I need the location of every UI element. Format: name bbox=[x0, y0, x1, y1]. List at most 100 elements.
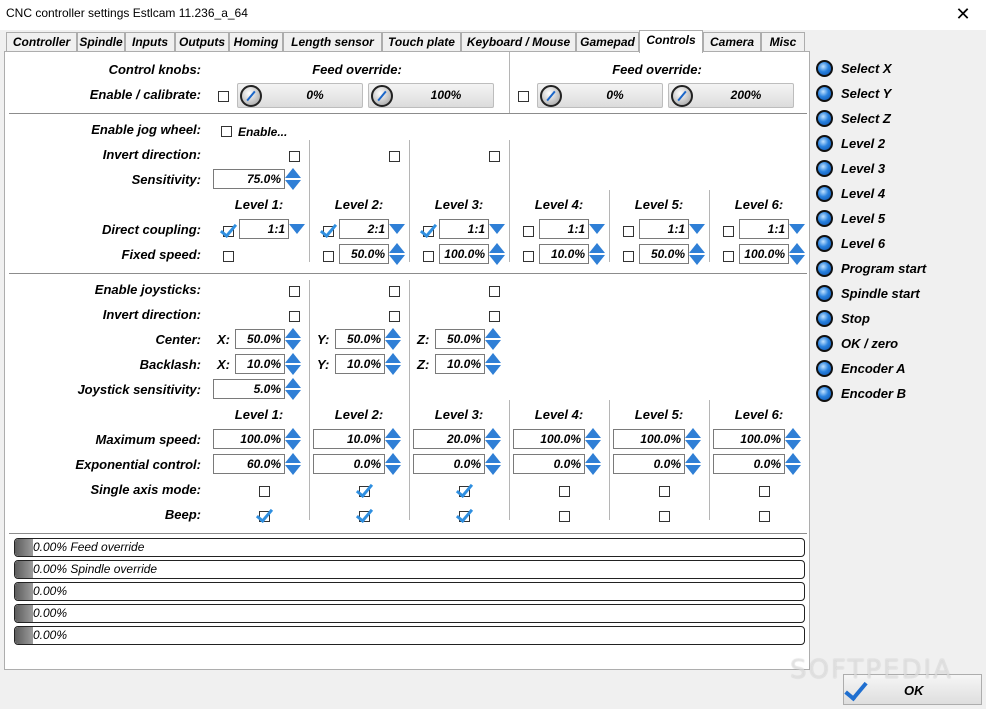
maximum-speed-stepper-5[interactable] bbox=[685, 428, 701, 450]
fixed-speed-checkbox-2[interactable] bbox=[323, 251, 334, 262]
joystick-invert-checkbox-2[interactable] bbox=[389, 311, 400, 322]
fixed-speed-checkbox-6[interactable] bbox=[723, 251, 734, 262]
joystick-enable-checkbox-1[interactable] bbox=[289, 286, 300, 297]
joystick-center-stepper[interactable] bbox=[385, 328, 401, 350]
exponential-control-stepper-2[interactable] bbox=[385, 453, 401, 475]
exponential-control-field-1[interactable]: 60.0% bbox=[213, 454, 285, 474]
maximum-speed-stepper-3[interactable] bbox=[485, 428, 501, 450]
fixed-speed-checkbox-5[interactable] bbox=[623, 251, 634, 262]
chevron-down-icon[interactable] bbox=[389, 224, 405, 234]
direct-coupling-ratio-2[interactable]: 2:1 bbox=[339, 219, 389, 239]
fixed-speed-stepper-4[interactable] bbox=[589, 243, 605, 265]
fixed-speed-field-3[interactable]: 100.0% bbox=[439, 244, 489, 264]
direct-coupling-checkbox-5[interactable] bbox=[623, 226, 634, 237]
joystick-backlash-stepper[interactable] bbox=[285, 353, 301, 375]
jog-wheel-enable-text[interactable]: Enable... bbox=[238, 124, 287, 140]
joystick-enable-checkbox-2[interactable] bbox=[389, 286, 400, 297]
exponential-control-field-6[interactable]: 0.0% bbox=[713, 454, 785, 474]
tab-spindle[interactable]: Spindle bbox=[77, 32, 125, 52]
exponential-control-stepper-4[interactable] bbox=[585, 453, 601, 475]
maximum-speed-field-4[interactable]: 100.0% bbox=[513, 429, 585, 449]
direct-coupling-ratio-5[interactable]: 1:1 bbox=[639, 219, 689, 239]
single-axis-checkbox-2[interactable] bbox=[359, 486, 370, 497]
chevron-down-icon[interactable] bbox=[289, 224, 305, 234]
tab-camera[interactable]: Camera bbox=[703, 32, 761, 52]
beep-checkbox-2[interactable] bbox=[359, 511, 370, 522]
tab-keyboard-mouse[interactable]: Keyboard / Mouse bbox=[461, 32, 576, 52]
tab-misc[interactable]: Misc bbox=[761, 32, 805, 52]
maximum-speed-field-2[interactable]: 10.0% bbox=[313, 429, 385, 449]
tab-gamepad[interactable]: Gamepad bbox=[576, 32, 639, 52]
jog-invert-checkbox-3[interactable] bbox=[489, 151, 500, 162]
direct-coupling-checkbox-6[interactable] bbox=[723, 226, 734, 237]
fixed-speed-stepper-5[interactable] bbox=[689, 243, 705, 265]
tab-inputs[interactable]: Inputs bbox=[125, 32, 175, 52]
maximum-speed-stepper-2[interactable] bbox=[385, 428, 401, 450]
beep-checkbox-1[interactable] bbox=[259, 511, 270, 522]
joystick-backlash-field-z[interactable]: 10.0% bbox=[435, 354, 485, 374]
jog-invert-checkbox-2[interactable] bbox=[389, 151, 400, 162]
exponential-control-field-2[interactable]: 0.0% bbox=[313, 454, 385, 474]
maximum-speed-stepper-1[interactable] bbox=[285, 428, 301, 450]
joystick-invert-checkbox-3[interactable] bbox=[489, 311, 500, 322]
knob-left-min-button[interactable]: 0% bbox=[237, 83, 363, 108]
direct-coupling-checkbox-4[interactable] bbox=[523, 226, 534, 237]
joystick-backlash-stepper[interactable] bbox=[485, 353, 501, 375]
fixed-speed-field-5[interactable]: 50.0% bbox=[639, 244, 689, 264]
chevron-down-icon[interactable] bbox=[689, 224, 705, 234]
beep-checkbox-6[interactable] bbox=[759, 511, 770, 522]
exponential-control-stepper-6[interactable] bbox=[785, 453, 801, 475]
maximum-speed-field-1[interactable]: 100.0% bbox=[213, 429, 285, 449]
fixed-speed-field-4[interactable]: 10.0% bbox=[539, 244, 589, 264]
fixed-speed-stepper-3[interactable] bbox=[489, 243, 505, 265]
joystick-backlash-field-y[interactable]: 10.0% bbox=[335, 354, 385, 374]
exponential-control-field-5[interactable]: 0.0% bbox=[613, 454, 685, 474]
knob-left-enable-checkbox[interactable] bbox=[218, 91, 229, 102]
tab-homing[interactable]: Homing bbox=[229, 32, 283, 52]
maximum-speed-stepper-6[interactable] bbox=[785, 428, 801, 450]
knob-right-enable-checkbox[interactable] bbox=[518, 91, 529, 102]
joystick-backlash-field-x[interactable]: 10.0% bbox=[235, 354, 285, 374]
maximum-speed-field-6[interactable]: 100.0% bbox=[713, 429, 785, 449]
fixed-speed-stepper-6[interactable] bbox=[789, 243, 805, 265]
tab-length-sensor[interactable]: Length sensor bbox=[283, 32, 382, 52]
beep-checkbox-4[interactable] bbox=[559, 511, 570, 522]
tab-controls[interactable]: Controls bbox=[639, 30, 703, 53]
single-axis-checkbox-1[interactable] bbox=[259, 486, 270, 497]
jog-invert-checkbox-1[interactable] bbox=[289, 151, 300, 162]
fixed-speed-field-2[interactable]: 50.0% bbox=[339, 244, 389, 264]
exponential-control-field-4[interactable]: 0.0% bbox=[513, 454, 585, 474]
maximum-speed-stepper-4[interactable] bbox=[585, 428, 601, 450]
exponential-control-stepper-5[interactable] bbox=[685, 453, 701, 475]
joystick-invert-checkbox-1[interactable] bbox=[289, 311, 300, 322]
exponential-control-field-3[interactable]: 0.0% bbox=[413, 454, 485, 474]
direct-coupling-checkbox-2[interactable] bbox=[323, 226, 334, 237]
tab-outputs[interactable]: Outputs bbox=[175, 32, 229, 52]
joystick-sensitivity-stepper[interactable] bbox=[285, 378, 301, 400]
knob-right-max-button[interactable]: 200% bbox=[668, 83, 794, 108]
beep-checkbox-3[interactable] bbox=[459, 511, 470, 522]
maximum-speed-field-3[interactable]: 20.0% bbox=[413, 429, 485, 449]
jog-sensitivity-field[interactable]: 75.0% bbox=[213, 169, 285, 189]
joystick-sensitivity-field[interactable]: 5.0% bbox=[213, 379, 285, 399]
direct-coupling-ratio-3[interactable]: 1:1 bbox=[439, 219, 489, 239]
direct-coupling-ratio-6[interactable]: 1:1 bbox=[739, 219, 789, 239]
tab-controller[interactable]: Controller bbox=[6, 32, 77, 52]
tab-touch-plate[interactable]: Touch plate bbox=[382, 32, 461, 52]
single-axis-checkbox-4[interactable] bbox=[559, 486, 570, 497]
knob-left-max-button[interactable]: 100% bbox=[368, 83, 494, 108]
maximum-speed-field-5[interactable]: 100.0% bbox=[613, 429, 685, 449]
direct-coupling-ratio-1[interactable]: 1:1 bbox=[239, 219, 289, 239]
direct-coupling-checkbox-3[interactable] bbox=[423, 226, 434, 237]
joystick-enable-checkbox-3[interactable] bbox=[489, 286, 500, 297]
joystick-center-stepper[interactable] bbox=[285, 328, 301, 350]
chevron-down-icon[interactable] bbox=[789, 224, 805, 234]
joystick-center-stepper[interactable] bbox=[485, 328, 501, 350]
fixed-speed-stepper-2[interactable] bbox=[389, 243, 405, 265]
joystick-center-field-x[interactable]: 50.0% bbox=[235, 329, 285, 349]
direct-coupling-checkbox-1[interactable] bbox=[223, 226, 234, 237]
fixed-speed-checkbox-4[interactable] bbox=[523, 251, 534, 262]
exponential-control-stepper-1[interactable] bbox=[285, 453, 301, 475]
direct-coupling-ratio-4[interactable]: 1:1 bbox=[539, 219, 589, 239]
jog-wheel-enable-checkbox[interactable] bbox=[221, 126, 232, 137]
